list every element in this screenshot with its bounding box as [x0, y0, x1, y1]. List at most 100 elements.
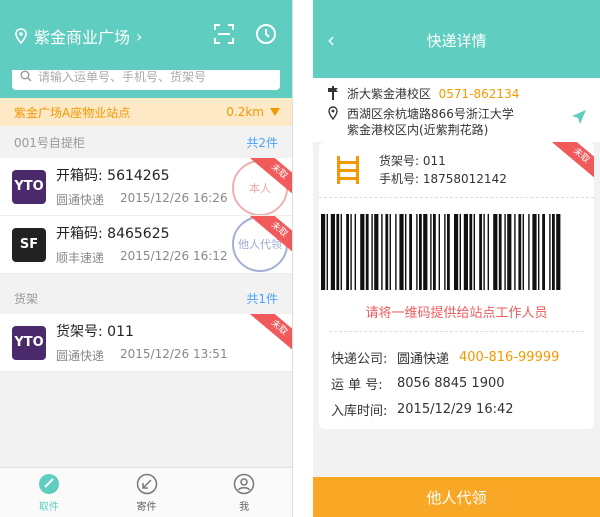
search-placeholder: 请输入运单号、手机号、货架号 [38, 69, 207, 84]
barcode-bar [438, 214, 440, 290]
barcode-bar [326, 214, 328, 290]
barcode-bar [395, 214, 397, 290]
barcode-bar [493, 214, 498, 290]
shelf-code: 货架号: 011 [56, 324, 134, 340]
barcode-bar [549, 214, 551, 290]
station-name: 紫金广场A座物业站点 [14, 105, 131, 120]
barcode-bar [360, 214, 365, 290]
ticket-head: 货架号: 011 手机号: 18758012142 未取 [319, 142, 594, 198]
pickup-icon [38, 473, 59, 494]
barcode-bar [399, 214, 404, 290]
package-list-screen: 紫金商业广场 › 请输入运单号、手机号、货架号 紫金广场A座物业站点 0.2km… [0, 0, 293, 517]
location-pin-icon [15, 28, 27, 44]
address-line-2: 紫金港校区内(近紫荆花路) [347, 123, 489, 137]
barcode-bar [419, 214, 422, 290]
location-selector[interactable]: 紫金商业广场 › [14, 24, 142, 48]
barcode-bar [473, 214, 475, 290]
barcode-bar [389, 214, 391, 290]
status-ribbon: 未取 [552, 142, 594, 183]
barcode-bar [405, 214, 407, 290]
section-header-shelf: 货架 共1件 [0, 282, 292, 314]
barcode-bar [385, 214, 389, 290]
proxy-pickup-button[interactable]: 他人代领 [313, 477, 600, 517]
navigate-arrow-icon[interactable] [570, 108, 588, 126]
open-code: 开箱码: 5614265 [56, 168, 170, 184]
barcode-bar [532, 214, 537, 290]
location-pin-icon [328, 106, 338, 120]
tab-label: 我 [239, 501, 250, 513]
barcode-bar [447, 214, 450, 290]
section-count: 共1件 [246, 291, 278, 306]
barcode-bar [454, 214, 459, 290]
signpost-icon [328, 86, 338, 100]
barcode-bar [487, 214, 489, 290]
barcode-bar [330, 214, 335, 290]
barcode-bar [350, 214, 352, 290]
send-icon [136, 473, 157, 494]
station-distance: 0.2km [226, 105, 264, 119]
barcode-bar [483, 214, 485, 290]
arrival-time: 2015/12/26 13:51 [120, 347, 228, 361]
search-icon [20, 70, 32, 82]
package-card[interactable]: YTO 开箱码: 5614265 圆通快递 2015/12/26 16:26 本人… [0, 158, 292, 216]
barcode-bar [504, 214, 506, 290]
mobile-number: 手机号: 18758012142 [379, 171, 507, 186]
barcode-hint: 请将一维码提供给站点工作人员 [329, 302, 584, 332]
station-bar[interactable]: 紫金广场A座物业站点 0.2km [0, 98, 292, 126]
barcode-bar [340, 214, 342, 290]
tab-me[interactable]: 我 [195, 468, 292, 517]
barcode-bar [416, 214, 418, 290]
barcode-bar [542, 214, 545, 290]
yto-logo: YTO [12, 169, 46, 204]
barcode-bar [552, 214, 555, 290]
station-name: 浙大紫金港校区 [347, 87, 432, 101]
barcode-bar [498, 214, 502, 290]
sf-logo: SF [12, 227, 46, 262]
barcode-bar [374, 214, 379, 290]
barcode-bar [321, 214, 326, 290]
tab-pickup[interactable]: 取件 [0, 468, 98, 517]
shelf-number: 货架号: 011 [379, 153, 446, 168]
barcode-bar [522, 214, 524, 290]
section-header-locker: 001号自提柜 共2件 [0, 126, 292, 158]
detail-header: ‹ 快递详情 [313, 0, 600, 78]
barcode-bar [433, 214, 436, 290]
bottom-tab-bar: 取件 寄件 我 [0, 467, 292, 517]
arrival-time: 2015/12/26 16:12 [120, 249, 228, 263]
arrival-time: 2015/12/26 16:26 [120, 191, 228, 205]
barcode-bar [479, 214, 482, 290]
chevron-right-icon: › [136, 26, 143, 46]
tab-label: 取件 [38, 501, 59, 513]
storage-date: 2015/12/29 16:42 [397, 401, 514, 417]
section-title: 货架 [14, 291, 39, 306]
scan-icon[interactable] [212, 22, 236, 46]
section-title: 001号自提柜 [14, 135, 85, 150]
tab-send[interactable]: 寄件 [98, 468, 196, 517]
package-details: 快递公司: 圆通快递 400-816-99999 运 单 号: 8056 8845 1… [319, 332, 594, 422]
waybill-label: 运 单 号: [331, 377, 383, 393]
barcode [321, 214, 561, 290]
pickup-ticket: 货架号: 011 手机号: 18758012142 未取 请将一维码提供给站点工… [319, 142, 594, 429]
dropdown-triangle-icon [270, 108, 280, 116]
status-ribbon: 未取 [250, 314, 292, 355]
courier-label: 快递公司: [331, 351, 388, 367]
waybill-number: 8056 8845 1900 [397, 375, 505, 391]
courier-name: 圆通快递 [56, 349, 105, 363]
location-label: 紫金商业广场 [34, 28, 131, 47]
barcode-bar [346, 214, 349, 290]
station-phone[interactable]: 0571-862134 [439, 87, 520, 101]
barcode-bar [444, 214, 446, 290]
open-code: 开箱码: 8465625 [56, 226, 170, 242]
station-address: 浙大紫金港校区 0571-862134 西湖区余杭塘路866号浙江大学 紫金港校… [313, 78, 600, 142]
yto-logo: YTO [12, 325, 46, 360]
package-card[interactable]: YTO 货架号: 011 圆通快递 2015/12/26 13:51 未取 [0, 314, 292, 372]
date-label: 入库时间: [331, 403, 388, 419]
profile-icon [233, 473, 255, 494]
courier-phone[interactable]: 400-816-99999 [459, 350, 559, 365]
barcode-bar [514, 214, 516, 290]
barcode-bar [430, 214, 432, 290]
barcode-bar [381, 214, 383, 290]
package-detail-screen: ‹ 快递详情 浙大紫金港校区 0571-862134 西湖区余杭塘路866号浙江… [313, 0, 600, 517]
history-clock-icon[interactable] [254, 22, 278, 46]
package-card[interactable]: SF 开箱码: 8465625 顺丰速递 2015/12/26 16:12 他人代… [0, 216, 292, 274]
